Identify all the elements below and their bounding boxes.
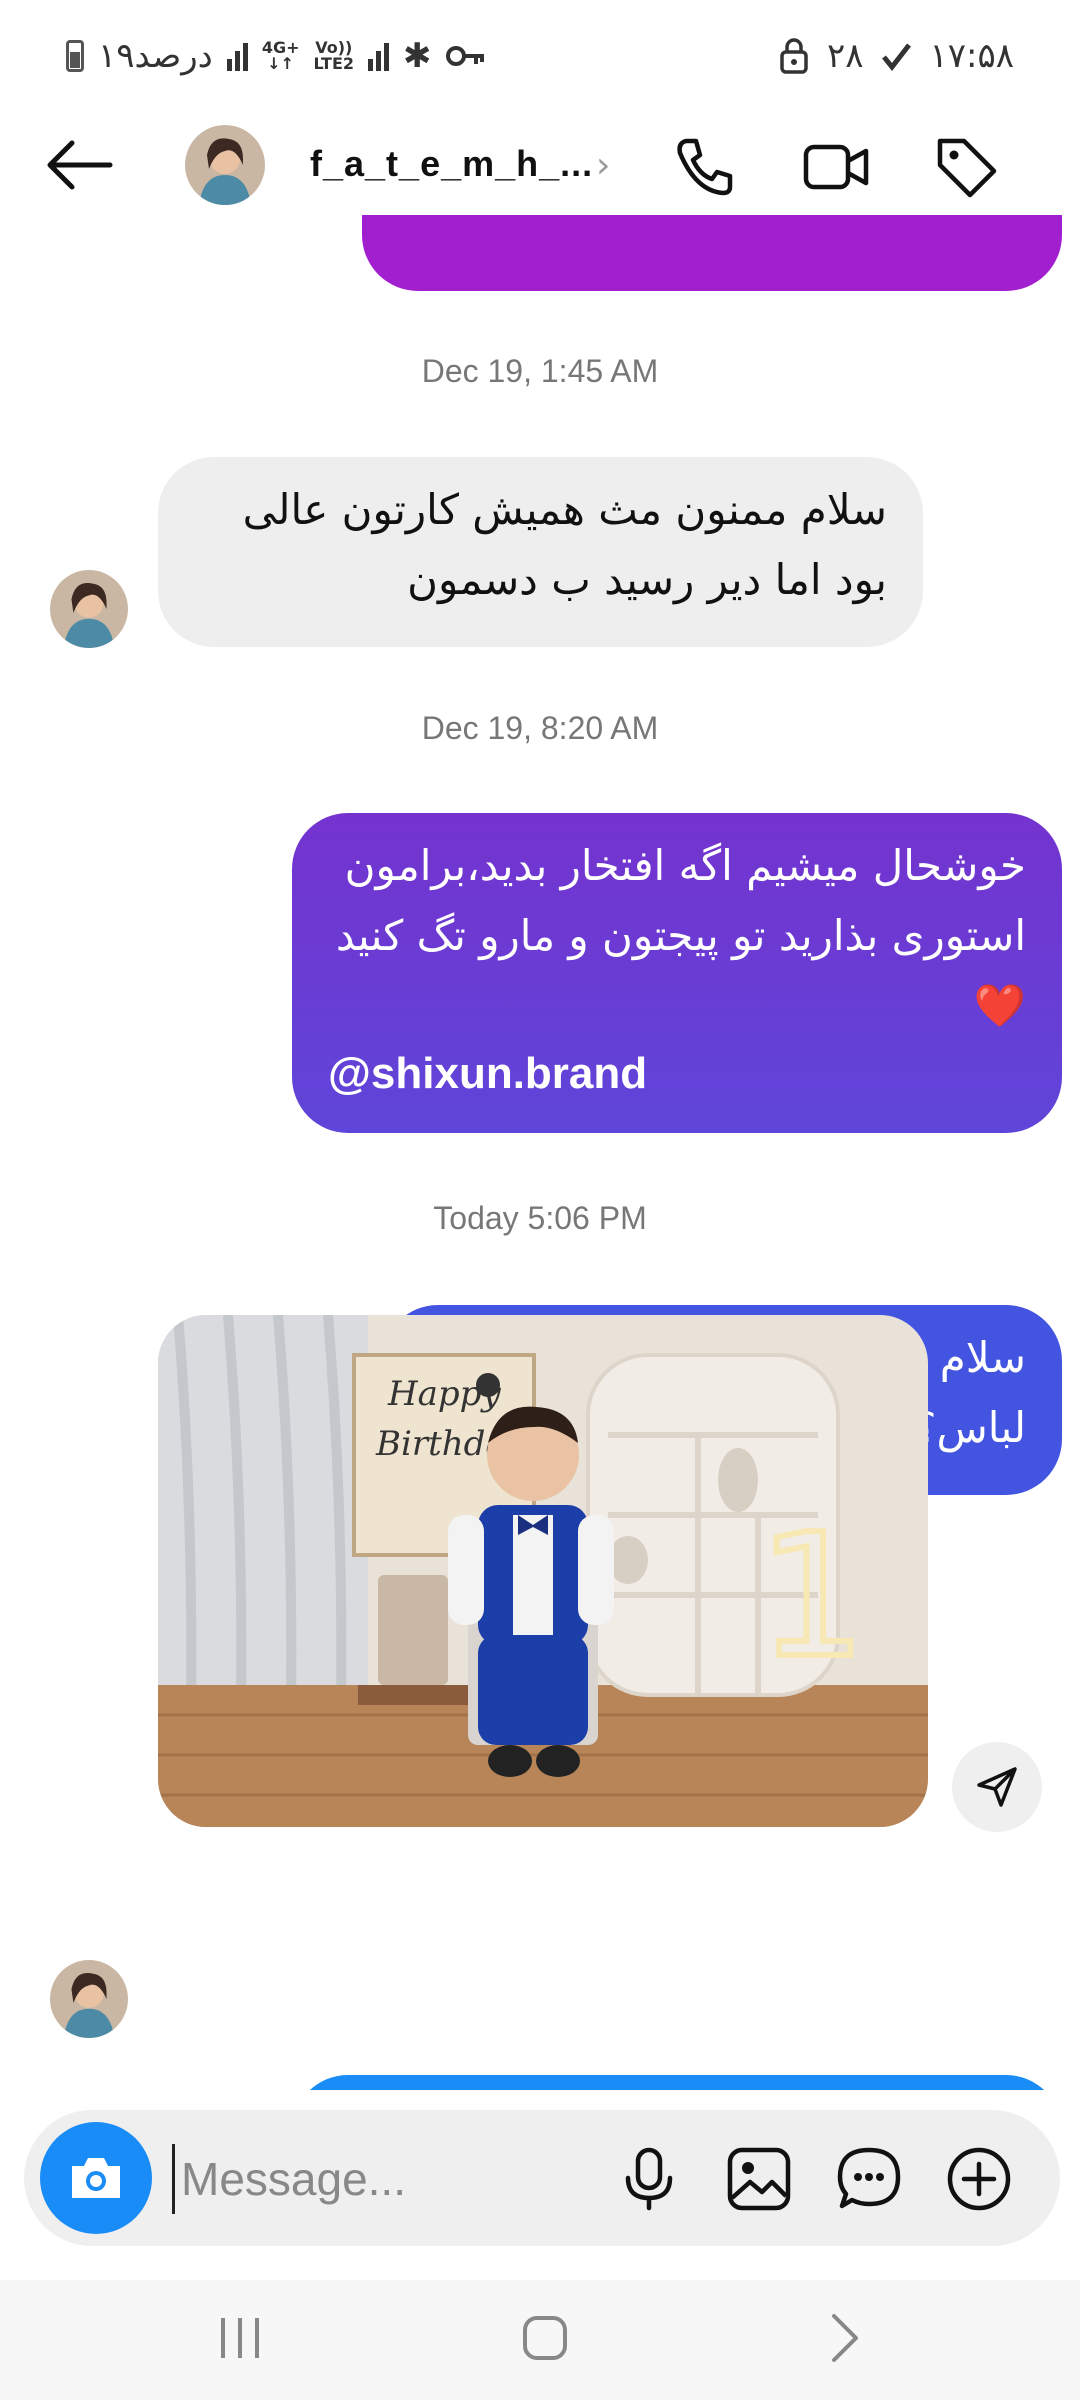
message-thread[interactable]: Dec 19, 1:45 AM سلام ممنون مث همیش کارتو… xyxy=(0,215,1080,2090)
recent-apps-icon[interactable] xyxy=(205,2308,275,2368)
signal-icon-2 xyxy=(368,41,390,71)
chevron-right-icon[interactable]: › xyxy=(596,145,610,186)
back-nav-icon[interactable] xyxy=(810,2308,880,2368)
send-arrow-icon xyxy=(977,1767,1017,1807)
back-arrow-icon[interactable] xyxy=(40,135,120,195)
status-right: ۲۸ ۱۷:۵۸ xyxy=(779,36,1014,76)
status-left: ۱۹درصد 4G+ ↓↑ Vo)) LTE2 ✱ xyxy=(66,36,486,76)
microphone-icon[interactable] xyxy=(614,2144,684,2214)
network-4g-label: 4G+ xyxy=(261,38,300,57)
key-icon xyxy=(445,46,484,66)
mention-link[interactable]: @shixun.brand xyxy=(328,1041,1026,1107)
battery-icon xyxy=(66,40,84,72)
neon-number: 1 xyxy=(758,1498,866,1696)
video-call-icon[interactable] xyxy=(800,131,872,203)
gallery-icon[interactable] xyxy=(724,2144,794,2214)
clock: ۱۷:۵۸ xyxy=(929,36,1014,76)
camera-button[interactable] xyxy=(40,2122,152,2234)
network-type-4g: 4G+ ↓↑ xyxy=(261,38,300,73)
message-bubble-outgoing[interactable]: خوشحال میشیم اگه افتخار بدید،برامون استو… xyxy=(292,813,1062,1133)
lte-label: LTE2 xyxy=(313,54,355,73)
sticker-chat-icon[interactable] xyxy=(834,2144,904,2214)
tag-icon[interactable] xyxy=(930,131,1002,203)
sender-avatar[interactable] xyxy=(50,570,128,648)
signal-icon xyxy=(226,41,248,71)
header-avatar[interactable] xyxy=(185,125,265,205)
message-bubble-outgoing-partial[interactable] xyxy=(362,215,1062,291)
network-type-lte: Vo)) LTE2 xyxy=(313,40,354,72)
camera-icon xyxy=(72,2158,120,2198)
photo-image: Happy Birthday 1 xyxy=(158,1315,928,1827)
message-text: خوشحال میشیم اگه افتخار بدید،برامون استو… xyxy=(335,841,1026,1030)
day-number: ۲۸ xyxy=(826,36,864,76)
photo-message[interactable]: Happy Birthday 1 xyxy=(158,1315,928,1827)
battery-percentage: ۱۹درصد xyxy=(98,36,213,76)
message-composer xyxy=(24,2110,1060,2246)
chat-header: f_a_t_e_m_h_... › xyxy=(0,115,1080,215)
plus-icon[interactable] xyxy=(944,2144,1014,2214)
lock-icon xyxy=(780,38,808,74)
timestamp: Dec 19, 8:20 AM xyxy=(421,710,659,746)
timestamp: Today 5:06 PM xyxy=(433,1200,647,1236)
message-text: سلام ممنون مث همیش کارتون عالی بود اما د… xyxy=(242,485,887,604)
header-username[interactable]: f_a_t_e_m_h_... xyxy=(310,143,593,185)
timestamp: Dec 19, 1:45 AM xyxy=(421,353,659,389)
message-bubble-outgoing-partial[interactable] xyxy=(292,2075,1062,2090)
home-icon[interactable] xyxy=(510,2308,580,2368)
system-nav-bar xyxy=(0,2280,1080,2400)
bluetooth-icon: ✱ xyxy=(403,36,432,76)
share-button[interactable] xyxy=(952,1742,1042,1832)
status-bar: ۱۹درصد 4G+ ↓↑ Vo)) LTE2 ✱ ۲۸ ۱۷:۵۸ xyxy=(0,0,1080,115)
check-icon xyxy=(882,43,912,71)
message-bubble-incoming[interactable]: سلام ممنون مث همیش کارتون عالی بود اما د… xyxy=(158,457,923,647)
message-input[interactable] xyxy=(172,2144,592,2214)
sender-avatar[interactable] xyxy=(50,1960,128,2038)
phone-call-icon[interactable] xyxy=(668,131,740,203)
